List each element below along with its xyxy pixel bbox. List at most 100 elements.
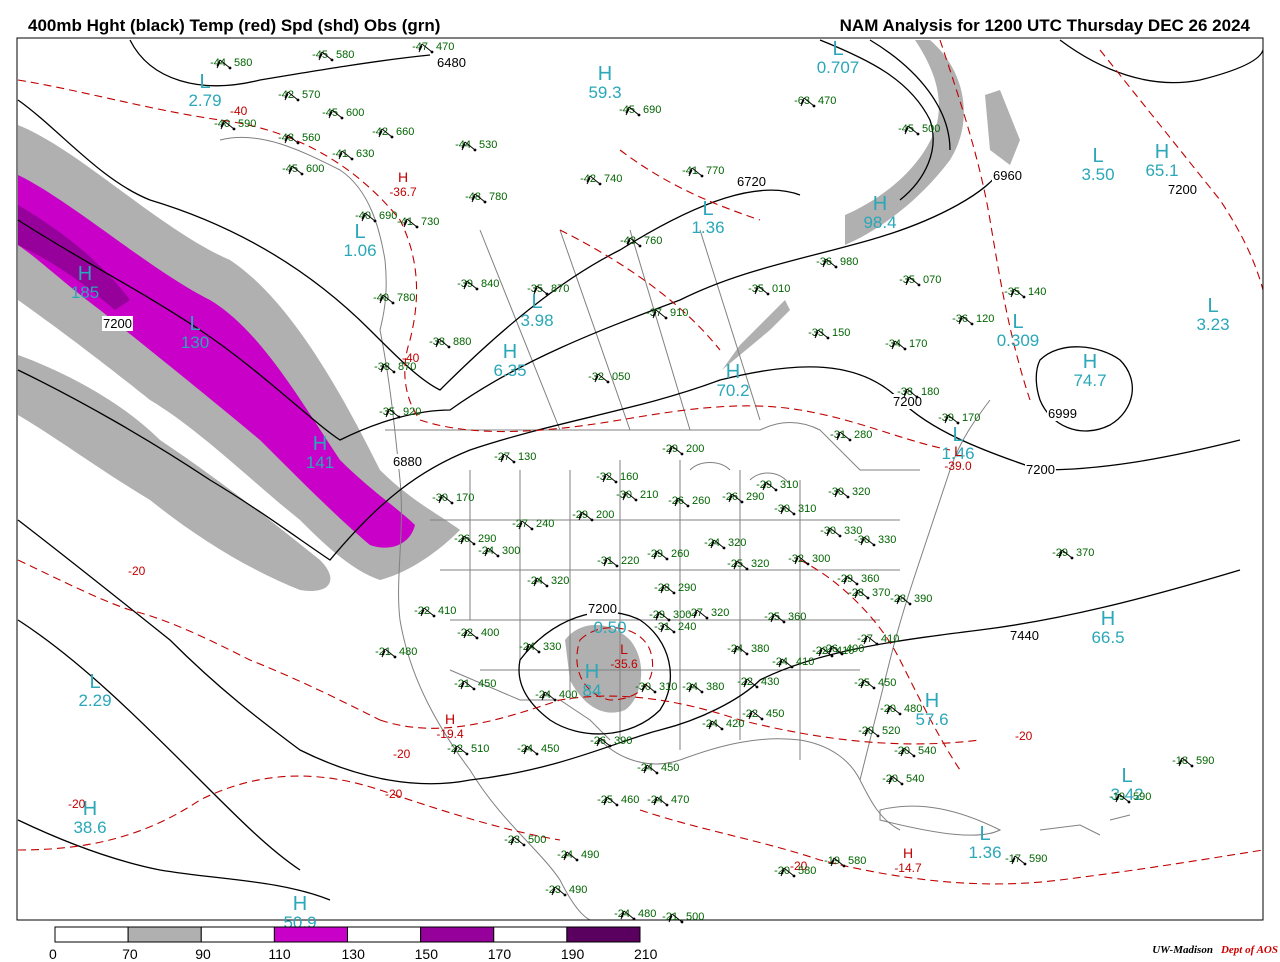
center-letter: H [585, 661, 599, 683]
obs-height: 310 [659, 681, 677, 693]
obs-height: 120 [976, 313, 994, 325]
center-value: 84 [583, 681, 602, 700]
obs-height: 500 [528, 834, 546, 846]
center-value: 0.309 [997, 331, 1040, 350]
obs-height: 910 [670, 307, 688, 319]
center-value: 3.98 [520, 311, 553, 330]
temp-label: -20 [68, 797, 86, 811]
legend-swatch [493, 926, 568, 943]
obs-height: 980 [840, 256, 858, 268]
obs-height: 600 [346, 107, 364, 119]
center-letter: H [1101, 608, 1115, 630]
center-letter: H [293, 893, 307, 915]
center-value: 2.29 [78, 691, 111, 710]
obs-height: 370 [872, 587, 890, 599]
obs-height: 870 [398, 361, 416, 373]
obs-height: 500 [922, 123, 940, 135]
obs-height: 240 [678, 621, 696, 633]
height-label: 7440 [1010, 628, 1039, 643]
center-value: 0.50 [593, 618, 626, 637]
obs-height: 290 [678, 582, 696, 594]
height-label: 6480 [437, 55, 466, 70]
center-letter: L [832, 38, 843, 60]
temp-extreme-letter: H [903, 845, 913, 861]
obs-height: 320 [711, 607, 729, 619]
center-letter: L [1121, 765, 1132, 787]
center-letter: L [354, 221, 365, 243]
legend-swatch [347, 926, 422, 943]
obs-height: 320 [551, 575, 569, 587]
obs-height: 580 [848, 855, 866, 867]
obs-height: 480 [904, 703, 922, 715]
obs-height: 200 [686, 443, 704, 455]
obs-height: 200 [596, 509, 614, 521]
obs-height: 220 [621, 555, 639, 567]
center-letter: H [503, 341, 517, 363]
temp-extreme-value: -19.4 [436, 727, 464, 741]
shade-70-lab [985, 90, 1020, 165]
obs-height: 470 [436, 41, 454, 53]
obs-height: 780 [489, 191, 507, 203]
obs-height: 690 [643, 104, 661, 116]
obs-height: 730 [421, 216, 439, 228]
provinces [479, 229, 761, 431]
obs-height: 500 [686, 911, 704, 923]
obs-height: 560 [302, 132, 320, 144]
obs-height: 330 [878, 534, 896, 546]
obs-height: 290 [746, 491, 764, 503]
obs-height: 410 [438, 605, 456, 617]
center-letter: H [78, 263, 92, 285]
height-label: 7200 [588, 601, 617, 616]
obs-height: 570 [302, 89, 320, 101]
center-value: 1.06 [343, 241, 376, 260]
obs-height: 010 [772, 283, 790, 295]
center-letter: L [1092, 145, 1103, 167]
center-letter: L [1012, 311, 1023, 333]
obs-height: 280 [854, 429, 872, 441]
temp-extreme-letter: L [954, 443, 962, 459]
credit: UW-Madison Dept of AOS [1152, 944, 1278, 956]
obs-height: 420 [726, 718, 744, 730]
obs-height: 160 [620, 471, 638, 483]
legend-swatch [420, 926, 495, 943]
obs-height: 540 [918, 745, 936, 757]
temp-label: -40 [230, 104, 248, 118]
obs-height: 460 [621, 794, 639, 806]
obs-height: 170 [962, 412, 980, 424]
shade-70-gl [722, 300, 790, 370]
obs-height: 690 [379, 210, 397, 222]
height-label: 7200 [103, 316, 132, 331]
islands [1039, 814, 1131, 836]
obs-height: 210 [640, 489, 658, 501]
credit-org: UW-Madison [1152, 944, 1213, 956]
obs-height: 150 [832, 327, 850, 339]
center-letter: H [726, 361, 740, 383]
obs-height: 590 [1196, 755, 1214, 767]
obs-height: 240 [536, 518, 554, 530]
obs-height: 740 [604, 173, 622, 185]
temp-label: -20 [393, 747, 411, 761]
center-letter: H [598, 63, 612, 85]
obs-height: 450 [541, 743, 559, 755]
temp-label: -20 [1015, 729, 1033, 743]
center-value: 59.3 [588, 83, 621, 102]
obs-height: 490 [569, 884, 587, 896]
height-label: 6999 [1048, 406, 1077, 421]
center-value: 70.2 [716, 381, 749, 400]
obs-height: 540 [906, 773, 924, 785]
obs-height: 530 [479, 139, 497, 151]
center-value: 38.6 [73, 818, 106, 837]
obs-height: 870 [551, 283, 569, 295]
height-label: 7200 [1168, 182, 1197, 197]
center-letter: L [979, 823, 990, 845]
obs-height: 450 [661, 762, 679, 774]
legend-swatch [54, 926, 129, 943]
obs-height: 130 [518, 451, 536, 463]
obs-height: 260 [671, 548, 689, 560]
center-letter: L [189, 313, 200, 335]
center-value: 65.1 [1145, 161, 1178, 180]
center-value: 98.4 [863, 213, 896, 232]
weather-map: L2.79L1.06H185L130L3.98H59.3L1.36L0.707H… [16, 37, 1264, 943]
center-value: 130 [181, 333, 209, 352]
center-value: 3.23 [1196, 315, 1229, 334]
